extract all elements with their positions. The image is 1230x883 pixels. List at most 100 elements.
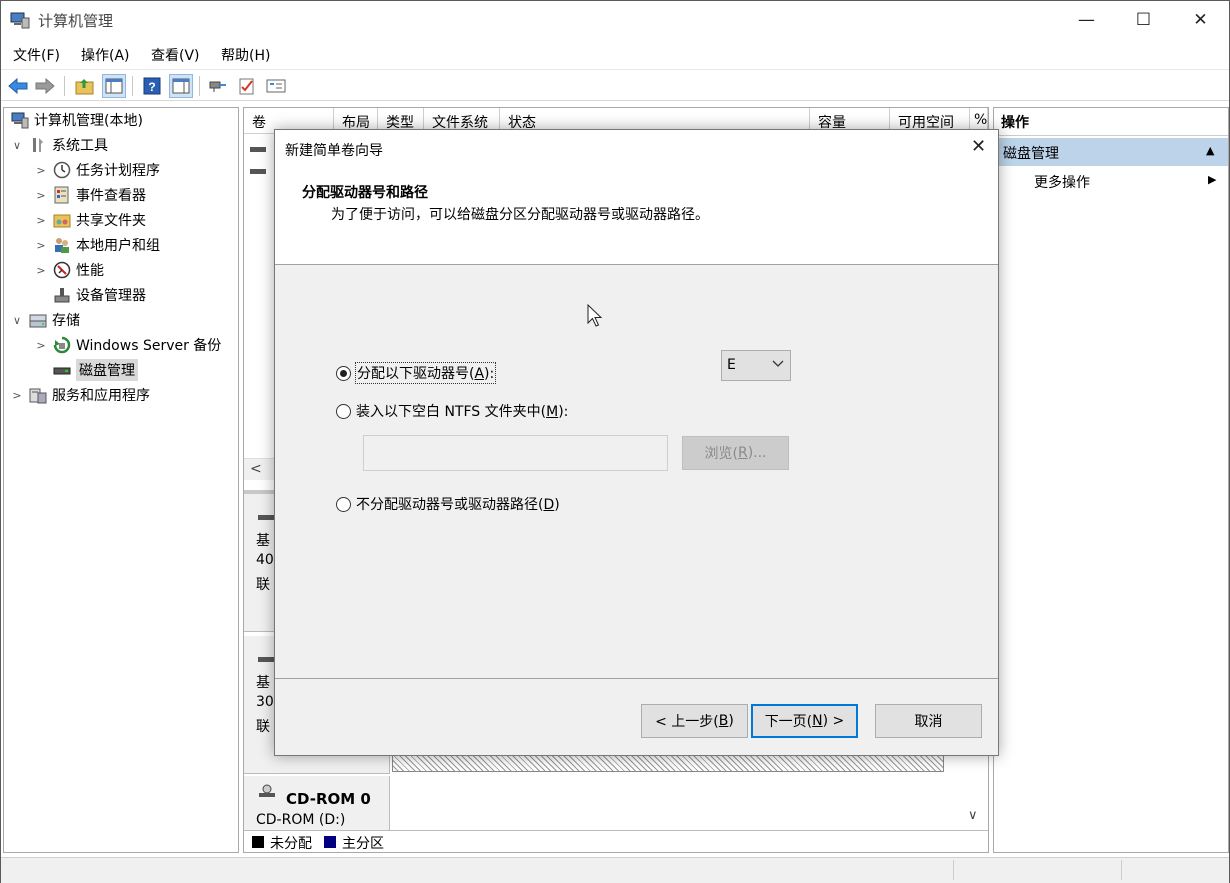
maximize-button[interactable]: ☐	[1115, 1, 1172, 39]
expand-chevron-icon[interactable]: >	[34, 239, 48, 252]
dialog-close-icon[interactable]: ✕	[971, 136, 986, 157]
assign-drive-letter-label: 分配以下驱动器号(A):	[355, 362, 497, 384]
assign-drive-letter-radio[interactable]: 分配以下驱动器号(A):	[336, 362, 497, 384]
properties-icon[interactable]	[169, 74, 193, 98]
browse-button[interactable]: 浏览(R)...	[682, 436, 789, 470]
scroll-left-icon[interactable]: <	[250, 461, 262, 477]
cdrom-drive: CD-ROM (D:)	[256, 812, 346, 828]
connect-icon[interactable]	[206, 74, 230, 98]
collapse-chevron-icon[interactable]: ∨	[10, 314, 24, 327]
tree-item-device-manager[interactable]: 设备管理器	[34, 283, 146, 307]
tree-label: 存储	[52, 313, 80, 329]
event-viewer-icon	[52, 186, 72, 204]
show-hide-tree-icon[interactable]	[102, 74, 126, 98]
tree-item-computer-management[interactable]: 计算机管理(本地)	[6, 108, 143, 132]
collapse-up-icon[interactable]: ▲	[1206, 144, 1214, 157]
tree-item-disk-management[interactable]: 磁盘管理	[34, 358, 138, 382]
menu-help[interactable]: 帮助(H)	[221, 45, 270, 65]
back-button[interactable]: < 上一步(B)	[641, 704, 748, 738]
new-simple-volume-wizard-dialog: 新建简单卷向导 ✕ 分配驱动器号和路径 为了便于访问，可以给磁盘分区分配驱动器号…	[274, 129, 999, 756]
expand-chevron-icon[interactable]: >	[34, 264, 48, 277]
services-icon	[28, 386, 48, 404]
tree-item-system-tools[interactable]: ∨ 系统工具	[10, 133, 108, 157]
window-title: 计算机管理	[38, 12, 114, 30]
legend-unallocated: 未分配	[270, 836, 312, 852]
header-divider	[275, 264, 998, 265]
tree-label: 服务和应用程序	[52, 388, 150, 404]
toolbar-separator	[199, 76, 200, 96]
backup-icon	[52, 336, 72, 354]
tree-label: 任务计划程序	[76, 163, 160, 179]
performance-icon	[52, 261, 72, 279]
menu-bar: 文件(F) 操作(A) 查看(V) 帮助(H)	[1, 41, 1229, 67]
expand-chevron-icon[interactable]: >	[34, 214, 48, 227]
volume-row-icon	[250, 142, 266, 158]
disk-0-size: 40	[256, 552, 274, 568]
tree-item-windows-server-backup[interactable]: > Windows Server 备份	[34, 333, 221, 357]
tree-label: 计算机管理(本地)	[34, 113, 143, 129]
mouse-cursor-icon	[587, 303, 603, 332]
toolbar-separator	[132, 76, 133, 96]
minimize-button[interactable]: —	[1058, 1, 1115, 39]
up-folder-icon[interactable]	[73, 74, 97, 98]
disk-1-status: 联	[256, 719, 270, 735]
toolbar: ?	[1, 69, 1229, 101]
tree-item-local-users[interactable]: > 本地用户和组	[34, 233, 160, 257]
tree-label: 共享文件夹	[76, 213, 146, 229]
tree-item-event-viewer[interactable]: > 事件查看器	[34, 183, 146, 207]
list-icon[interactable]	[264, 74, 288, 98]
cancel-button[interactable]: 取消	[875, 704, 982, 738]
computer-management-window: 计算机管理 — ☐ ✕ 文件(F) 操作(A) 查看(V) 帮助(H) ? 计算…	[0, 0, 1230, 883]
collapse-chevron-icon[interactable]: ∨	[10, 139, 24, 152]
legend-bar: 未分配 主分区	[244, 830, 988, 852]
folder-path-input[interactable]	[363, 435, 668, 471]
next-button[interactable]: 下一页(N) >	[751, 704, 858, 738]
wizard-heading: 分配驱动器号和路径	[302, 185, 428, 201]
mount-ntfs-folder-radio[interactable]: 装入以下空白 NTFS 文件夹中(M):	[336, 401, 568, 421]
back-arrow-icon[interactable]	[6, 74, 30, 98]
volume-row-icon	[250, 164, 266, 180]
tree-label: 磁盘管理	[76, 359, 138, 381]
radio-button[interactable]	[336, 365, 351, 381]
no-drive-letter-label: 不分配驱动器号或驱动器路径(D)	[356, 497, 560, 513]
disk-1-size: 30	[256, 694, 274, 710]
app-icon	[10, 10, 30, 30]
tree-item-shared-folders[interactable]: > 共享文件夹	[34, 208, 146, 232]
actions-section-label: 磁盘管理	[1003, 146, 1059, 162]
expand-chevron-icon[interactable]: >	[10, 389, 24, 402]
check-icon[interactable]	[235, 74, 259, 98]
legend-swatch-unallocated	[252, 836, 264, 848]
cdrom-icon	[258, 784, 276, 802]
cdrom-name: CD-ROM 0	[286, 790, 371, 808]
clock-icon	[52, 161, 72, 179]
drive-letter-select[interactable]: E	[721, 350, 791, 381]
radio-button[interactable]	[336, 496, 351, 512]
radio-button[interactable]	[336, 403, 351, 419]
navigation-tree: 计算机管理(本地) ∨ 系统工具 > 任务计划程序 > 事件查看器 > 共享文件…	[3, 107, 239, 853]
expand-chevron-icon[interactable]: >	[34, 164, 48, 177]
menu-action[interactable]: 操作(A)	[81, 45, 130, 65]
no-drive-letter-radio[interactable]: 不分配驱动器号或驱动器路径(D)	[336, 494, 560, 514]
close-button[interactable]: ✕	[1172, 1, 1229, 39]
help-icon[interactable]: ?	[140, 74, 164, 98]
more-actions-label: 更多操作	[1034, 175, 1090, 191]
scroll-down-icon[interactable]: ∨	[968, 808, 978, 823]
tree-item-performance[interactable]: > 性能	[34, 258, 104, 282]
actions-section-disk-management[interactable]: 磁盘管理 ▲	[994, 138, 1228, 166]
tree-item-storage[interactable]: ∨ 存储	[10, 308, 80, 332]
expand-chevron-icon[interactable]: >	[34, 189, 48, 202]
toolbar-separator	[64, 76, 65, 96]
tree-item-services-applications[interactable]: > 服务和应用程序	[10, 383, 150, 407]
chevron-down-icon	[772, 357, 784, 373]
users-icon	[52, 236, 72, 254]
more-actions-item[interactable]: 更多操作 ▶	[994, 168, 1228, 194]
tree-item-task-scheduler[interactable]: > 任务计划程序	[34, 158, 160, 182]
actions-header: 操作	[994, 108, 1228, 136]
forward-arrow-icon[interactable]	[33, 74, 57, 98]
tree-label: 事件查看器	[76, 188, 146, 204]
drive-letter-value: E	[727, 357, 736, 373]
menu-view[interactable]: 查看(V)	[151, 45, 200, 65]
disk-1-type: 基	[256, 675, 270, 691]
menu-file[interactable]: 文件(F)	[13, 45, 60, 65]
expand-chevron-icon[interactable]: >	[34, 339, 48, 352]
